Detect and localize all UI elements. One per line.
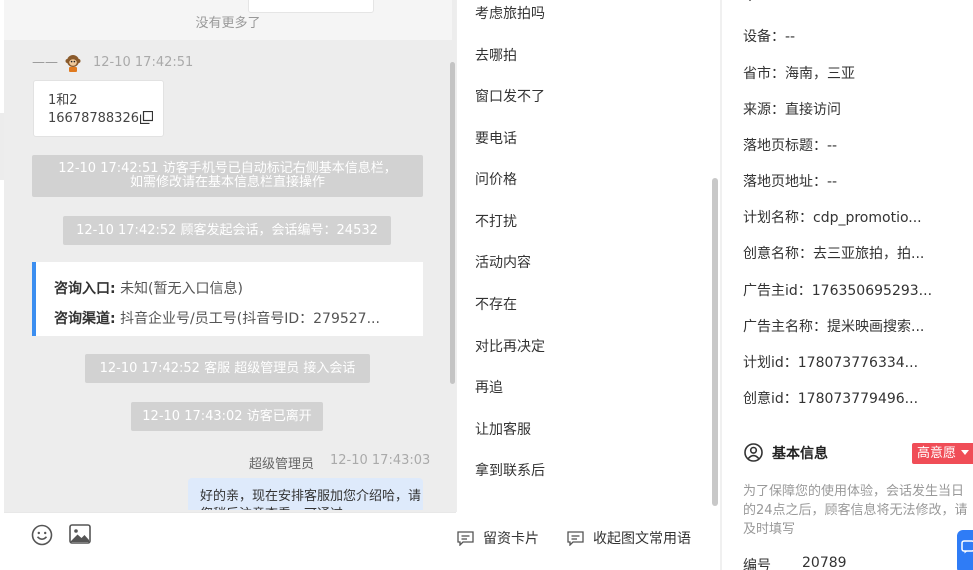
chat-scrollbar[interactable] bbox=[450, 62, 455, 384]
phrase-item[interactable]: 窗口发不了 bbox=[475, 86, 545, 106]
image-icon[interactable] bbox=[69, 524, 91, 544]
phrase-item[interactable]: 再追 bbox=[475, 377, 503, 397]
agent-message-bubble[interactable]: 好的亲，现在安排客服加您介绍哈，请您稍后注意查看，可通过 bbox=[188, 478, 423, 510]
consult-channel-value: 抖音企业号/员工号(抖音号ID：279527... bbox=[120, 311, 380, 327]
phrase-item[interactable]: 拿到联系后 bbox=[475, 460, 545, 480]
info-row-creative-name: 创意名称：去三亚旅拍，拍... bbox=[743, 246, 925, 262]
customer-service-console: 没有更多了 —— 12-10 17:42:51 1和2 16678788326 … bbox=[0, 0, 973, 570]
visitor-message-line: 1和2 bbox=[48, 93, 78, 108]
phrase-item[interactable]: 问价格 bbox=[475, 169, 517, 189]
phrase-item[interactable]: 要电话 bbox=[475, 128, 517, 148]
floating-action-button[interactable] bbox=[957, 530, 973, 570]
visitor-name: —— bbox=[32, 55, 58, 70]
system-message-line: 如需修改请在基本信息栏直接操作 bbox=[129, 175, 325, 190]
info-row-source: 来源：直接访问 bbox=[743, 102, 841, 118]
consult-entry-value: 未知(暂无入口信息) bbox=[120, 281, 243, 297]
phrase-item[interactable]: 去哪拍 bbox=[475, 45, 517, 65]
edit-deadline-notice: 为了保障您的使用体验，会话发生当日的24点之后，顾客信息将无法修改，请及时填写 bbox=[743, 484, 968, 537]
info-row-region: 省市：海南，三亚 bbox=[743, 66, 855, 82]
visitor-message-time: 12-10 17:42:51 bbox=[93, 55, 194, 70]
info-row-plan-id: 计划id：178073776334... bbox=[743, 355, 919, 371]
phrases-icon bbox=[567, 531, 584, 547]
chat-history[interactable]: 没有更多了 —— 12-10 17:42:51 1和2 16678788326 … bbox=[4, 0, 456, 570]
collapse-phrases-button[interactable]: 收起图文常用语 bbox=[567, 528, 691, 548]
visitor-message-bubble[interactable]: 1和2 16678788326 bbox=[33, 80, 164, 137]
consult-channel-label: 咨询渠道: bbox=[54, 311, 116, 327]
message-input-toolbar: 留资卡片 收起图文常用语 …… bbox=[4, 512, 691, 570]
intent-level-dropdown[interactable]: 高意愿 bbox=[912, 443, 973, 464]
caret-down-icon bbox=[961, 450, 970, 455]
basic-info-header: 基本信息 bbox=[744, 443, 828, 463]
phrases-scrollbar[interactable] bbox=[712, 178, 718, 506]
copy-icon[interactable] bbox=[139, 111, 153, 124]
consult-entry-row: 咨询入口: 未知(暂无入口信息) bbox=[54, 274, 414, 304]
visitor-phone-number: 16678788326 bbox=[48, 111, 139, 126]
consult-channel-row: 咨询渠道: 抖音企业号/员工号(抖音号ID：279527... bbox=[54, 304, 414, 334]
system-message-line: 12-10 17:42:51 访客手机号已自动标记右侧基本信息栏， bbox=[58, 161, 397, 176]
collapse-chevron-icon[interactable] bbox=[744, 0, 756, 4]
card-icon bbox=[457, 531, 474, 547]
agent-name: 超级管理员 bbox=[249, 457, 315, 472]
record-id-label: 编号 bbox=[743, 558, 771, 570]
lead-card-button[interactable]: 留资卡片 bbox=[457, 528, 539, 548]
monkey-avatar-icon bbox=[65, 55, 81, 72]
system-message-agent-joined: 12-10 17:42:52 客服 超级管理员 接入会话 bbox=[85, 354, 370, 383]
phrase-item[interactable]: 让加客服 bbox=[475, 419, 531, 439]
agent-message-time: 12-10 17:43:03 bbox=[330, 453, 431, 468]
lead-card-label: 留资卡片 bbox=[483, 531, 539, 547]
phrase-item[interactable]: 活动内容 bbox=[475, 252, 531, 272]
quick-phrases-list: 考虑旅拍吗 去哪拍 窗口发不了 要电话 问价格 不打扰 活动内容 不存在 对比再… bbox=[457, 0, 719, 512]
phrase-item[interactable]: 对比再决定 bbox=[475, 336, 545, 356]
no-more-text: 没有更多了 bbox=[195, 16, 261, 31]
info-row-device: 设备：-- bbox=[743, 29, 796, 45]
visitor-phone-line: 16678788326 bbox=[48, 110, 163, 128]
consult-info-card: 咨询入口: 未知(暂无入口信息) 咨询渠道: 抖音企业号/员工号(抖音号ID：2… bbox=[32, 262, 423, 336]
intent-level-value: 高意愿 bbox=[917, 446, 957, 461]
emoji-icon[interactable] bbox=[31, 524, 53, 546]
info-row-creative-id: 创意id：178073779496... bbox=[743, 391, 919, 407]
phrase-item[interactable]: 不打扰 bbox=[475, 211, 517, 231]
consult-entry-label: 咨询入口: bbox=[54, 281, 116, 297]
system-message-phone-marked: 12-10 17:42:51 访客手机号已自动标记右侧基本信息栏， 如需修改请在… bbox=[32, 155, 423, 197]
system-message-visitor-left: 12-10 17:43:02 访客已离开 bbox=[131, 402, 323, 431]
system-message-session-start: 12-10 17:42:52 顾客发起会话，会话编号：24532 bbox=[63, 216, 391, 245]
record-id-value: 20789 bbox=[802, 555, 847, 570]
user-icon bbox=[744, 443, 763, 462]
info-row-advertiser-name: 广告主名称：提米映画搜索... bbox=[743, 319, 925, 335]
info-row-advertiser-id: 广告主id：176350695293... bbox=[743, 283, 933, 299]
chat-bubble-icon bbox=[961, 540, 973, 554]
phrase-item[interactable]: 考虑旅拍吗 bbox=[475, 3, 545, 23]
basic-info-title: 基本信息 bbox=[772, 446, 828, 462]
phrase-item[interactable]: 不存在 bbox=[475, 294, 517, 314]
info-row-landing-title: 落地页标题：-- bbox=[743, 138, 838, 154]
collapse-phrases-label: 收起图文常用语 bbox=[593, 531, 691, 547]
info-row-plan-name: 计划名称：cdp_promotio... bbox=[743, 210, 922, 226]
info-row-landing-url: 落地页地址：-- bbox=[743, 174, 838, 190]
